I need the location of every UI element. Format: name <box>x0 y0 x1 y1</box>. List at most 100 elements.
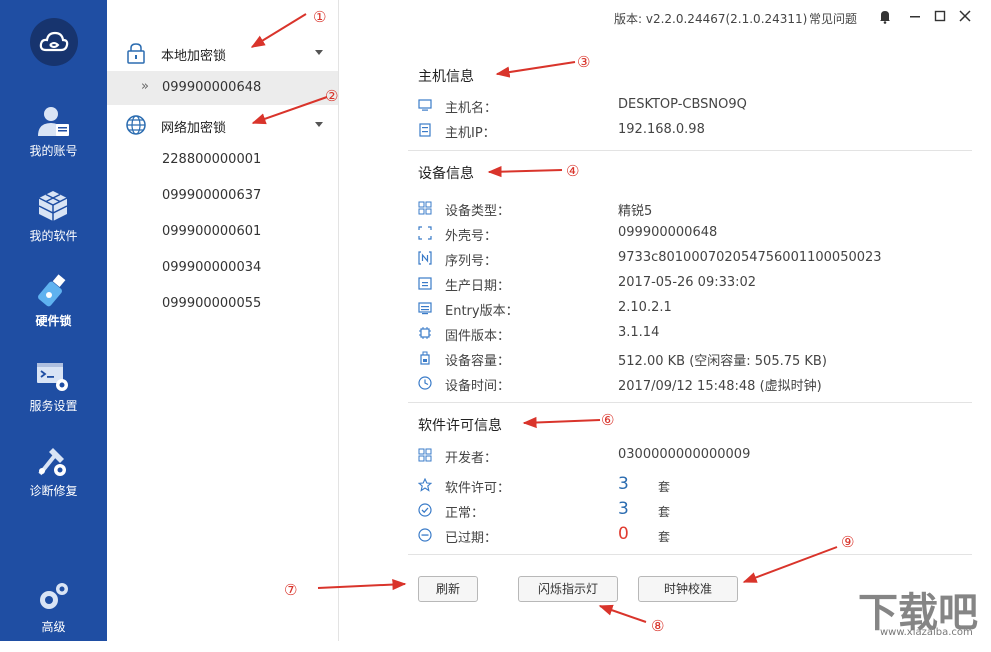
sidebar-item-label: 我的软件 <box>29 229 78 243</box>
row-value: DESKTOP-CBSNO9Q <box>618 97 747 112</box>
title-bar: 版本: v2.2.0.24467(2.1.0.24311) 常见问题 <box>338 0 991 34</box>
blink-indicator-button[interactable]: 闪烁指示灯 <box>518 576 618 602</box>
sidebar-item-dongle[interactable]: 硬件锁 <box>0 266 107 346</box>
bell-icon[interactable] <box>877 8 893 24</box>
monitor-icon <box>418 99 432 111</box>
row-value: 2017-05-26 09:33:02 <box>618 275 757 290</box>
clock-icon <box>418 376 432 390</box>
row-label: 固件版本： <box>445 329 511 344</box>
sidebar-item-account[interactable]: 我的账号 <box>0 96 107 176</box>
info-row: 设备类型： 精锐5 <box>418 198 973 220</box>
row-value: 0 <box>618 524 629 544</box>
double-chevron-right-icon: » <box>141 79 149 94</box>
row-value: 512.00 KB (空闲容量: 505.75 KB) <box>618 354 827 369</box>
document-icon <box>418 302 432 315</box>
row-value: 2.10.2.1 <box>618 300 672 315</box>
info-row: 固件版本： 3.1.14 <box>418 323 973 345</box>
check-circle-icon <box>418 503 432 517</box>
tree-item[interactable]: 099900000055 <box>107 287 338 321</box>
tree-item-label: 099900000055 <box>162 296 262 311</box>
calendar-icon <box>418 277 432 290</box>
tree-item-label: 099900000637 <box>162 188 262 203</box>
row-value: 9733c801000702054756001100050023 <box>618 250 882 265</box>
row-label: 设备容量： <box>445 354 511 369</box>
row-unit: 套 <box>658 505 671 519</box>
star-icon <box>418 478 432 492</box>
minimize-icon[interactable] <box>907 8 923 24</box>
sidebar-item-label: 高级 <box>41 620 66 634</box>
chevron-down-icon[interactable] <box>315 50 323 55</box>
tree-item-selected[interactable]: » 099900000648 <box>107 71 338 105</box>
sidebar-item-label: 硬件锁 <box>35 314 72 328</box>
license-info-title: 软件许可信息 <box>418 418 502 434</box>
info-row: 序列号： 9733c801000702054756001100050023 <box>418 248 973 270</box>
row-label: 主机名： <box>445 101 498 116</box>
server-ip-icon <box>419 123 431 137</box>
sidebar-item-diagnose[interactable]: 诊断修复 <box>0 436 107 516</box>
annotation-label: ⑥ <box>601 411 614 429</box>
sidebar-item-label: 诊断修复 <box>29 484 78 498</box>
row-label: 正常： <box>445 506 485 521</box>
tree-item[interactable]: 099900000601 <box>107 215 338 249</box>
row-label: 软件许可： <box>445 481 511 496</box>
software-cube-icon <box>38 191 68 221</box>
info-row: 外壳号： 099900000648 <box>418 223 973 245</box>
globe-icon <box>126 115 146 135</box>
tree-group-network[interactable]: 网络加密锁 <box>107 108 338 142</box>
annotation-label: ③ <box>577 53 590 71</box>
divider <box>408 402 972 403</box>
main-sidebar: 我的账号 我的软件 硬件锁 服务设置 诊断修复 高级 <box>0 0 107 641</box>
row-label: 已过期： <box>445 531 498 546</box>
sidebar-item-advanced[interactable]: 高级 <box>0 572 107 652</box>
row-unit: 套 <box>658 480 671 494</box>
row-label: 开发者： <box>445 451 498 466</box>
info-row: 开发者： 0300000000000009 <box>418 445 973 467</box>
chip-icon <box>419 327 431 339</box>
row-label: 外壳号： <box>445 229 498 244</box>
tree-group-label: 网络加密锁 <box>161 121 227 136</box>
info-row: 设备容量： 512.00 KB (空闲容量: 505.75 KB) <box>418 348 973 370</box>
device-info-title: 设备信息 <box>418 166 474 182</box>
gears-icon <box>40 583 68 609</box>
row-label: 序列号： <box>445 254 498 269</box>
row-label: 主机IP： <box>445 126 496 141</box>
divider <box>408 554 972 555</box>
annotation-label: ⑧ <box>651 617 664 635</box>
row-value: 2017/09/12 15:48:48 (虚拟时钟) <box>618 379 822 394</box>
sidebar-item-service[interactable]: 服务设置 <box>0 351 107 431</box>
tree-item[interactable]: 228800000001 <box>107 143 338 177</box>
sidebar-item-software[interactable]: 我的软件 <box>0 181 107 261</box>
close-icon[interactable] <box>957 8 973 24</box>
info-row: 已过期： 0 套 <box>418 524 973 547</box>
serial-number-icon <box>418 251 432 265</box>
grid-icon <box>418 448 432 462</box>
row-value: 099900000648 <box>618 225 718 240</box>
dongle-tree-panel: 本地加密锁 » 099900000648 网络加密锁 228800000001 … <box>107 0 339 641</box>
maximize-icon[interactable] <box>932 8 948 24</box>
tree-group-label: 本地加密锁 <box>161 49 227 64</box>
refresh-button[interactable]: 刷新 <box>418 576 478 602</box>
divider <box>408 150 972 151</box>
grid-icon <box>418 201 432 215</box>
tree-item[interactable]: 099900000034 <box>107 251 338 285</box>
minus-circle-icon <box>418 528 432 542</box>
info-row: 设备时间： 2017/09/12 15:48:48 (虚拟时钟) <box>418 373 973 395</box>
info-row: 生产日期： 2017-05-26 09:33:02 <box>418 273 973 295</box>
row-value: 精锐5 <box>618 204 653 219</box>
clock-calibrate-button[interactable]: 时钟校准 <box>638 576 738 602</box>
row-label: 设备类型： <box>445 204 511 219</box>
info-row: 正常： 3 套 <box>418 499 973 522</box>
tree-item-label: 099900000601 <box>162 224 262 239</box>
host-info-title: 主机信息 <box>418 69 474 85</box>
row-unit: 套 <box>658 530 671 544</box>
row-value: 3.1.14 <box>618 325 660 340</box>
info-row: 软件许可： 3 套 <box>418 474 973 497</box>
info-row: Entry版本： 2.10.2.1 <box>418 298 973 320</box>
chevron-down-icon[interactable] <box>315 122 323 127</box>
row-label: 设备时间： <box>445 379 511 394</box>
tree-group-local[interactable]: 本地加密锁 <box>107 36 338 70</box>
tree-item[interactable]: 099900000637 <box>107 179 338 213</box>
row-label: 生产日期： <box>445 279 511 294</box>
faq-link[interactable]: 常见问题 <box>809 10 857 27</box>
user-account-icon <box>38 107 69 136</box>
